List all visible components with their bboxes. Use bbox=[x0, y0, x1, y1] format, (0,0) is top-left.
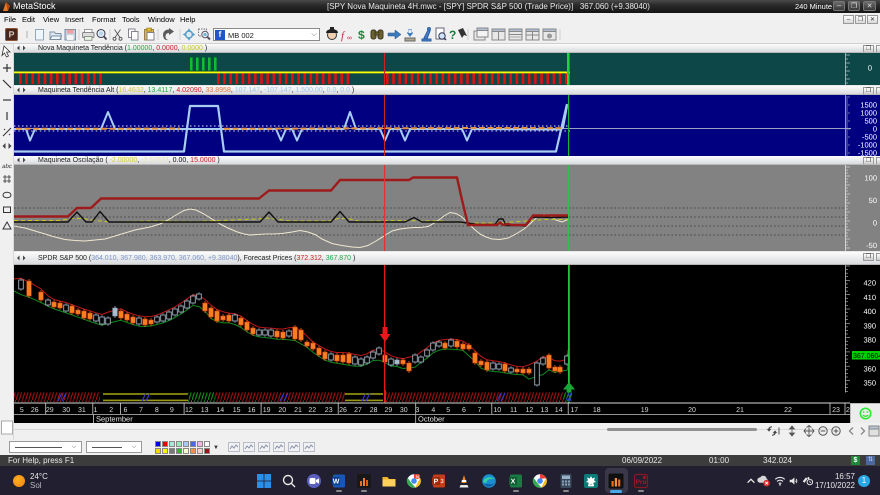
svg-text:8: 8 bbox=[155, 407, 159, 414]
svg-text:16: 16 bbox=[248, 407, 256, 414]
svg-text:26: 26 bbox=[31, 407, 39, 414]
svg-text:21: 21 bbox=[736, 407, 744, 414]
svg-text:20: 20 bbox=[688, 407, 696, 414]
svg-text:21: 21 bbox=[294, 407, 302, 414]
svg-text:17: 17 bbox=[570, 407, 578, 414]
svg-text:5: 5 bbox=[446, 407, 450, 414]
svg-text:18: 18 bbox=[593, 407, 601, 414]
svg-text:∞: ∞ bbox=[347, 35, 352, 42]
svg-text:390: 390 bbox=[863, 321, 876, 330]
svg-text:29: 29 bbox=[46, 407, 54, 414]
svg-text:2: 2 bbox=[109, 407, 113, 414]
svg-text:360: 360 bbox=[863, 364, 876, 373]
svg-text:420: 420 bbox=[863, 279, 876, 288]
svg-text:410: 410 bbox=[863, 293, 876, 302]
svg-text:31: 31 bbox=[78, 407, 86, 414]
svg-text:6: 6 bbox=[462, 407, 466, 414]
svg-text:29: 29 bbox=[385, 407, 393, 414]
svg-text:12: 12 bbox=[185, 407, 193, 414]
svg-text:Pro: Pro bbox=[636, 479, 647, 486]
svg-text:20: 20 bbox=[278, 407, 286, 414]
svg-text:367.0604: 367.0604 bbox=[853, 353, 880, 360]
svg-text:5: 5 bbox=[20, 407, 24, 414]
svg-text:19: 19 bbox=[263, 407, 271, 414]
svg-text:7: 7 bbox=[139, 407, 143, 414]
svg-text:13: 13 bbox=[201, 407, 209, 414]
svg-text:$: $ bbox=[358, 28, 365, 42]
svg-text:26: 26 bbox=[339, 407, 347, 414]
svg-text:X: X bbox=[511, 479, 516, 486]
svg-text:0: 0 bbox=[868, 64, 872, 73]
svg-text:P: P bbox=[8, 30, 14, 40]
svg-text:27: 27 bbox=[354, 407, 362, 414]
svg-text:22: 22 bbox=[784, 407, 792, 414]
svg-text:4: 4 bbox=[431, 407, 435, 414]
svg-text:22: 22 bbox=[308, 407, 316, 414]
svg-text:October: October bbox=[418, 415, 445, 424]
svg-text:f: f bbox=[341, 30, 346, 42]
svg-text:12: 12 bbox=[526, 407, 534, 414]
svg-text:380: 380 bbox=[863, 336, 876, 345]
svg-text:P: P bbox=[434, 479, 439, 486]
svg-text:7: 7 bbox=[478, 407, 482, 414]
svg-text:1: 1 bbox=[94, 407, 98, 414]
svg-text:W: W bbox=[333, 479, 340, 486]
svg-text:14: 14 bbox=[216, 407, 224, 414]
svg-text:30: 30 bbox=[62, 407, 70, 414]
svg-text:September: September bbox=[96, 415, 133, 424]
svg-text:0: 0 bbox=[873, 219, 877, 228]
svg-text:6: 6 bbox=[124, 407, 128, 414]
svg-text:?: ? bbox=[449, 28, 456, 42]
svg-text:15: 15 bbox=[233, 407, 241, 414]
svg-text:350: 350 bbox=[863, 379, 876, 388]
svg-text:400: 400 bbox=[863, 307, 876, 316]
svg-text:28: 28 bbox=[370, 407, 378, 414]
svg-text:-50: -50 bbox=[866, 241, 877, 250]
svg-text:abc: abc bbox=[2, 163, 12, 170]
svg-text:100: 100 bbox=[864, 174, 877, 183]
svg-text:10: 10 bbox=[493, 407, 501, 414]
svg-text:13: 13 bbox=[541, 407, 549, 414]
svg-text:9: 9 bbox=[170, 407, 174, 414]
svg-text:N: N bbox=[416, 474, 419, 479]
svg-text:19: 19 bbox=[641, 407, 649, 414]
svg-text:50: 50 bbox=[869, 196, 877, 205]
svg-text:30: 30 bbox=[400, 407, 408, 414]
svg-text:23: 23 bbox=[325, 407, 333, 414]
svg-text:14: 14 bbox=[555, 407, 563, 414]
svg-text:23: 23 bbox=[832, 407, 840, 414]
svg-text:11: 11 bbox=[510, 407, 517, 414]
